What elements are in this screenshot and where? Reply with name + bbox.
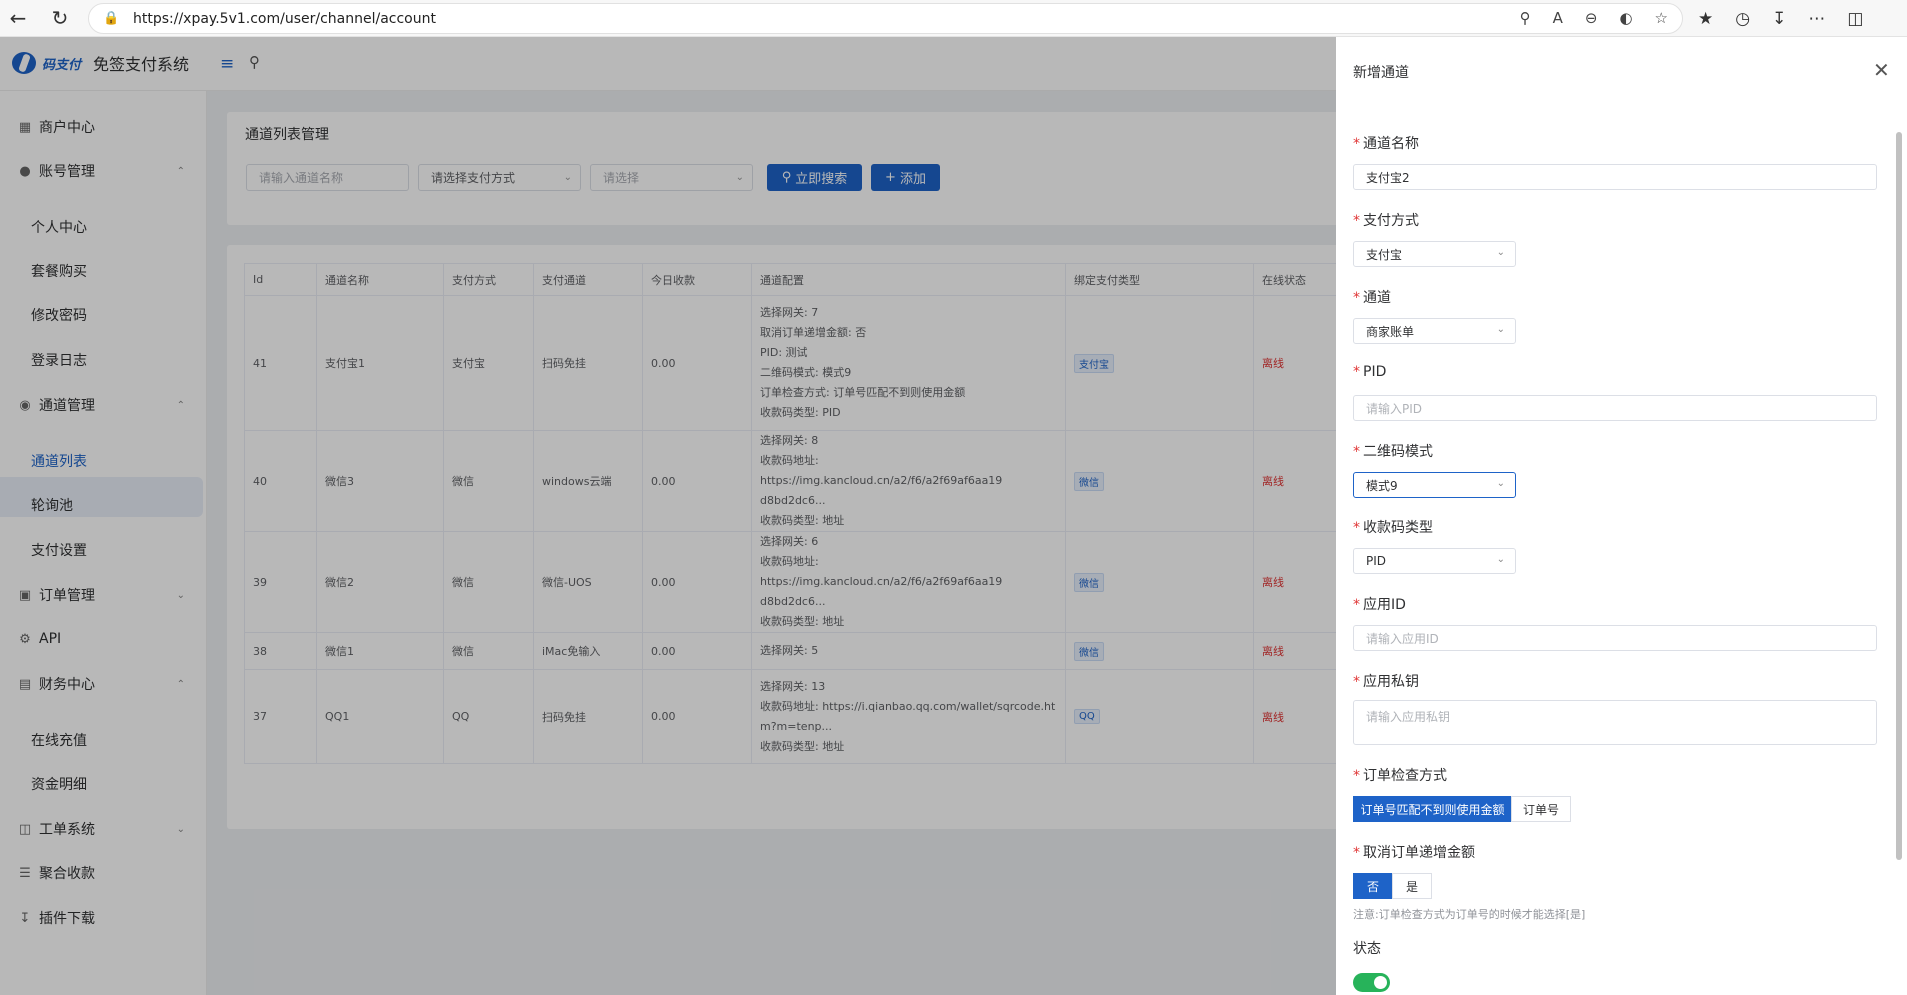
check-method-label: * 订单检查方式 [1353, 768, 1447, 784]
download-icon[interactable]: ↧ [1772, 9, 1786, 29]
label-text: 收款码类型 [1363, 520, 1433, 536]
status-label: 状态 [1353, 938, 1381, 958]
app-key-textarea[interactable]: 请输入应用私钥 [1353, 700, 1877, 745]
chevron-down-icon: ⌄ [1496, 247, 1505, 258]
label-text: 支付方式 [1363, 213, 1419, 229]
scrollbar-thumb[interactable] [1896, 132, 1902, 860]
sidebar-toggle-icon[interactable]: ◫ [1847, 9, 1863, 29]
modal-overlay[interactable] [0, 37, 1336, 995]
history-icon[interactable]: ◷ [1735, 9, 1750, 29]
label-text: 通道名称 [1363, 136, 1419, 152]
zoom-out-icon[interactable]: ⊖ [1585, 9, 1598, 27]
channel-name-label: * 通道名称 [1353, 136, 1419, 152]
qr-mode-select[interactable]: 模式9 ⌄ [1353, 472, 1516, 498]
app-id-field[interactable]: 请输入应用ID [1353, 625, 1877, 651]
chevron-down-icon: ⌄ [1496, 554, 1505, 565]
app-key-label: * 应用私钥 [1353, 674, 1419, 690]
lock-icon: 🔒 [103, 11, 120, 26]
cancel-increment-label: * 取消订单递增金额 [1353, 845, 1475, 861]
drawer-title: 新增通道 [1353, 65, 1409, 81]
label-text: PID [1363, 364, 1387, 380]
close-icon[interactable]: ✕ [1873, 58, 1890, 82]
add-channel-drawer: 新增通道 ✕ * 通道名称 支付宝2 * 支付方式 支付宝 ⌄ * 通道 商家账单 ⌄ *… [1336, 37, 1907, 995]
browser-toolbar: ← ↻ 🔒 https://xpay.5v1.com/user/channel/… [0, 0, 1907, 37]
check-method-option-order[interactable]: 订单号 [1511, 796, 1571, 822]
back-icon[interactable]: ← [0, 0, 36, 36]
favorite-star-icon[interactable]: ☆ [1655, 9, 1668, 27]
label-text: 取消订单递增金额 [1363, 845, 1475, 861]
pay-method-label: * 支付方式 [1353, 213, 1419, 229]
url-text: https://xpay.5v1.com/user/channel/accoun… [133, 10, 436, 27]
chevron-down-icon: ⌄ [1496, 324, 1505, 335]
qr-mode-label: * 二维码模式 [1353, 444, 1433, 460]
code-type-label: * 收款码类型 [1353, 520, 1433, 536]
pid-label: * PID [1353, 364, 1387, 380]
address-bar[interactable]: 🔒 https://xpay.5v1.com/user/channel/acco… [88, 3, 1683, 34]
app-id-label: * 应用ID [1353, 597, 1406, 613]
label-text: 状态 [1353, 941, 1381, 957]
label-text: 应用私钥 [1363, 674, 1419, 690]
select-value: 支付宝 [1366, 247, 1403, 262]
check-method-option-amount[interactable]: 订单号匹配不到则使用金额 [1353, 796, 1512, 822]
cancel-increment-option-yes[interactable]: 是 [1392, 873, 1432, 899]
label-text: 应用ID [1363, 597, 1406, 613]
key-icon[interactable]: ⚲ [1520, 9, 1531, 27]
select-value: 模式9 [1366, 478, 1398, 493]
pid-field[interactable]: 请输入PID [1353, 395, 1877, 421]
label-text: 通道 [1363, 290, 1391, 306]
channel-label: * 通道 [1353, 290, 1391, 306]
extension-icon[interactable]: ◐ [1619, 9, 1632, 27]
drawer-scrollbar[interactable] [1896, 122, 1902, 995]
select-value: 商家账单 [1366, 324, 1415, 339]
favorites-icon[interactable]: ★ [1698, 9, 1713, 29]
more-icon[interactable]: ⋯ [1808, 9, 1825, 29]
code-type-select[interactable]: PID ⌄ [1353, 548, 1516, 574]
cancel-increment-option-no[interactable]: 否 [1353, 873, 1393, 899]
reload-icon[interactable]: ↻ [42, 0, 78, 36]
channel-name-field[interactable]: 支付宝2 [1353, 164, 1877, 190]
hint-text: 注意:订单检查方式为订单号的时候才能选择[是] [1353, 908, 1586, 921]
status-switch[interactable] [1353, 973, 1390, 992]
pay-method-select[interactable]: 支付宝 ⌄ [1353, 241, 1516, 267]
channel-select[interactable]: 商家账单 ⌄ [1353, 318, 1516, 344]
label-text: 二维码模式 [1363, 444, 1433, 460]
chevron-down-icon: ⌄ [1496, 478, 1505, 489]
label-text: 订单检查方式 [1363, 768, 1447, 784]
read-aloud-icon[interactable]: A [1553, 9, 1563, 27]
select-value: PID [1366, 554, 1387, 568]
